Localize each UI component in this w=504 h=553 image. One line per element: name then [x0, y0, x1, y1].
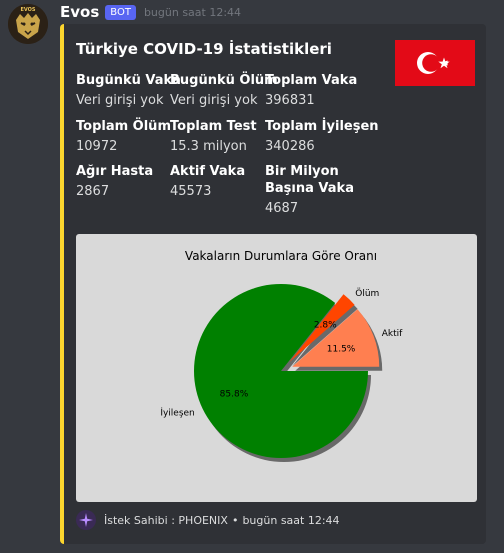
field-toplam-iyilesen: Toplam İyileşen 340286 — [265, 118, 379, 155]
turkish-flag-icon — [395, 40, 475, 86]
bot-badge: BOT — [105, 4, 136, 20]
field-name: Bir Milyon Başına Vaka — [265, 164, 354, 196]
field-name: Ağır Hasta — [76, 164, 154, 179]
field-bugunku-vaka: Bugünkü Vaka Veri girişi yok — [76, 72, 181, 109]
field-name: Bugünkü Ölüm — [170, 73, 278, 88]
field-name: Toplam Vaka — [265, 73, 358, 88]
pie-category-label: Aktif — [382, 329, 403, 339]
field-bir-milyon-basina-vaka: Bir Milyon Başına Vaka 4687 — [265, 163, 385, 217]
pie-category-label: İyileşen — [160, 408, 194, 419]
field-name: Aktif Vaka — [170, 164, 246, 179]
stats-embed: Türkiye COVID-19 İstatistikleri Bugünkü … — [60, 24, 486, 544]
field-aktif-vaka: Aktif Vaka 45573 — [170, 163, 245, 200]
field-value: 45573 — [170, 184, 212, 199]
tiger-logo-icon: EVOS — [8, 4, 48, 44]
message-timestamp: bugün saat 12:44 — [143, 5, 242, 19]
pie-chart-image[interactable]: Vakaların Durumlara Göre Oranı 11.5% Akti… — [76, 234, 477, 502]
requester-avatar — [76, 510, 96, 530]
field-value: 10972 — [76, 139, 118, 154]
field-toplam-olum: Toplam Ölüm 10972 — [76, 118, 171, 155]
chart-title: Vakaların Durumlara Göre Oranı — [185, 249, 377, 263]
field-value: 15.3 milyon — [170, 139, 247, 154]
field-name: Toplam İyileşen — [265, 119, 379, 134]
field-value: Veri girişi yok — [170, 93, 258, 108]
field-bugunku-olum: Bugünkü Ölüm Veri girişi yok — [170, 72, 278, 109]
pie-chart: Vakaların Durumlara Göre Oranı 11.5% Akti… — [160, 249, 403, 462]
field-name: Toplam Test — [170, 119, 257, 134]
pie-value-label: 85.8% — [220, 390, 249, 400]
field-toplam-test: Toplam Test 15.3 milyon — [170, 118, 257, 155]
pie-value-label: 2.8% — [314, 321, 337, 331]
field-value: 2867 — [76, 184, 110, 199]
field-agir-hasta: Ağır Hasta 2867 — [76, 163, 153, 200]
message-header: Evos BOT bugün saat 12:44 — [60, 3, 241, 21]
author-name[interactable]: Evos — [60, 3, 99, 21]
field-value: 396831 — [265, 93, 315, 108]
field-value: 340286 — [265, 139, 315, 154]
bot-avatar[interactable]: EVOS — [8, 4, 48, 44]
pie-category-label: Ölüm — [355, 288, 379, 299]
field-name: Toplam Ölüm — [76, 119, 171, 134]
footer-time: bugün saat 12:44 — [242, 513, 340, 527]
footer-separator: • — [231, 513, 239, 527]
field-value: Veri girişi yok — [76, 93, 164, 108]
field-value: 4687 — [265, 201, 299, 216]
sparkle-icon — [79, 513, 93, 527]
embed-footer: İstek Sahibi : PHOENIX • bugün saat 12:4… — [76, 510, 340, 530]
embed-title: Türkiye COVID-19 İstatistikleri — [76, 40, 332, 58]
field-name: Bugünkü Vaka — [76, 73, 181, 88]
avatar-text: EVOS — [20, 7, 35, 13]
pie-value-label: 11.5% — [327, 344, 356, 354]
footer-requester: İstek Sahibi : PHOENIX — [104, 513, 228, 527]
field-toplam-vaka: Toplam Vaka 396831 — [265, 72, 357, 109]
embed-thumbnail[interactable] — [395, 40, 475, 86]
